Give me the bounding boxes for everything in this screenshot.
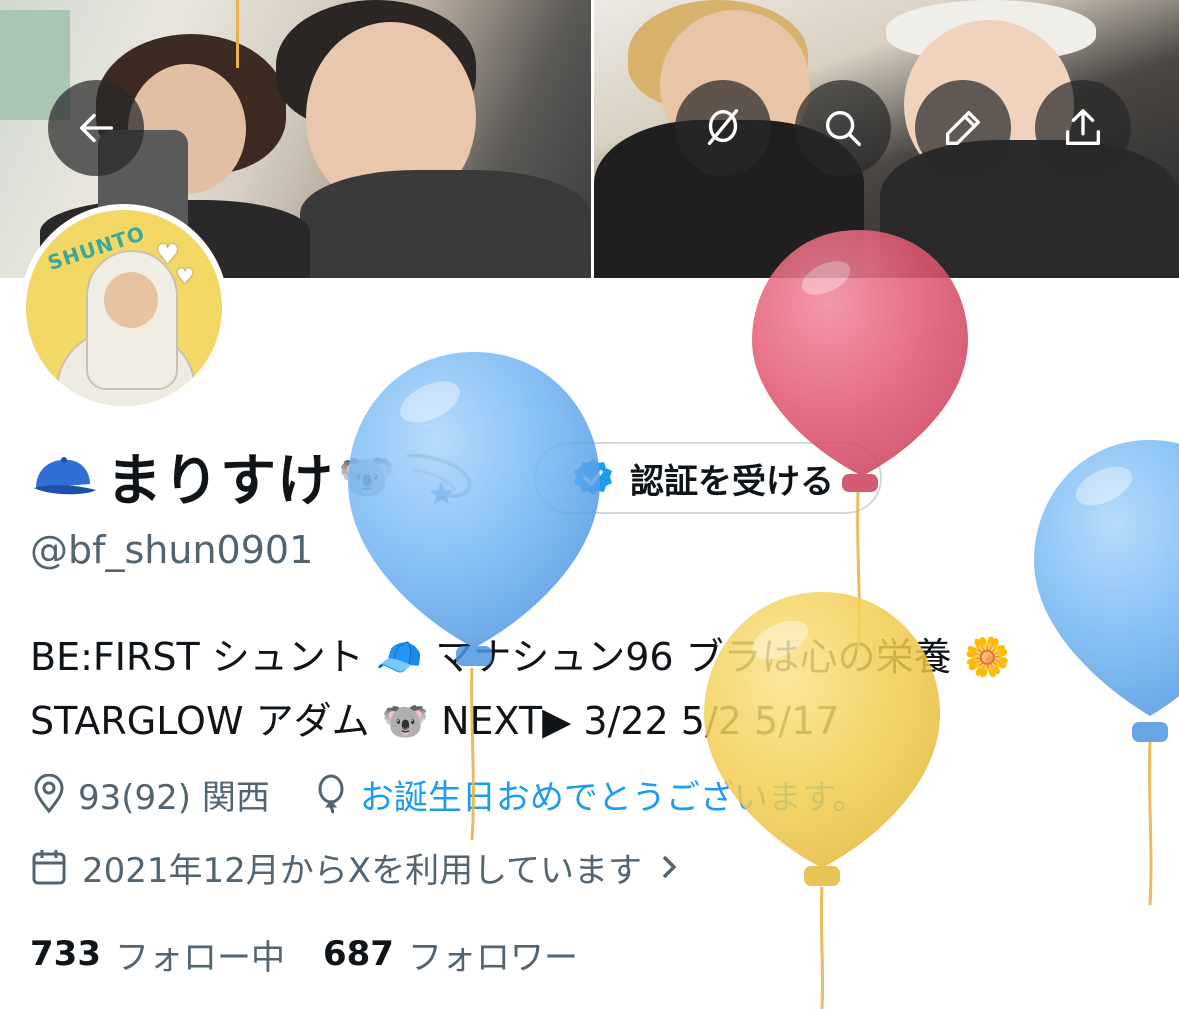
- display-name: まりすけ: [106, 448, 334, 514]
- following-label[interactable]: フォロー中: [115, 930, 285, 979]
- profile-meta-row: 93(92) 関西 お誕生日おめでとうございます。: [30, 770, 866, 818]
- display-name-row: まりすけ 🐨: [30, 436, 477, 516]
- profile-avatar[interactable]: SHUNTO ♥ ♥: [20, 204, 228, 412]
- pencil-icon: [945, 110, 981, 146]
- share-icon: [1065, 109, 1101, 146]
- koala-icon: 🐨: [338, 448, 396, 503]
- blue-balloon-right: [1034, 440, 1179, 742]
- arrow-left-icon: [79, 113, 114, 143]
- cap-icon: [34, 457, 96, 495]
- verified-badge-icon: [574, 459, 612, 495]
- follow-stats: 733 フォロー中 687 フォロワー: [30, 928, 616, 980]
- edit-button[interactable]: [915, 80, 1011, 176]
- joined-text: 2021年12月からXを利用しています: [82, 850, 643, 891]
- heart-icon: ♥: [176, 264, 194, 288]
- birthday-link[interactable]: お誕生日おめでとうございます。: [360, 770, 867, 819]
- comet-icon: [407, 453, 472, 504]
- location-item: 93(92) 関西: [30, 770, 270, 819]
- balloon-icon: [318, 774, 344, 814]
- bio-line-1: BE:FIRST シュント 🧢 マナシュン96 ブラは心の栄養 🌼: [30, 635, 1012, 679]
- balloon-string-top: [236, 0, 239, 68]
- share-button[interactable]: [1035, 80, 1131, 176]
- balloon-off-icon: [707, 109, 739, 146]
- joined-row[interactable]: 2021年12月からXを利用しています: [30, 842, 682, 892]
- bio-line-2: STARGLOW アダム 🐨 NEXT▶ 3/22 5/2 5/17: [30, 699, 840, 743]
- followers-label[interactable]: フォロワー: [408, 930, 578, 979]
- hide-balloons-button[interactable]: [675, 80, 771, 176]
- followers-count[interactable]: 687: [323, 934, 394, 974]
- back-button[interactable]: [48, 80, 144, 176]
- birthday-item[interactable]: お誕生日おめでとうございます。: [312, 770, 867, 819]
- location-text: 93(92) 関西: [78, 777, 270, 818]
- following-count[interactable]: 733: [30, 934, 101, 974]
- avatar-image: SHUNTO ♥ ♥: [26, 210, 222, 406]
- calendar-icon: [32, 850, 66, 885]
- get-verified-label: 認証を受ける: [630, 461, 834, 502]
- search-icon: [825, 110, 861, 146]
- get-verified-button[interactable]: 認証を受ける: [534, 442, 882, 514]
- chevron-right-icon: [662, 855, 677, 879]
- search-button[interactable]: [795, 80, 891, 176]
- location-pin-icon: [34, 774, 64, 814]
- user-handle: @bf_shun0901: [30, 528, 314, 572]
